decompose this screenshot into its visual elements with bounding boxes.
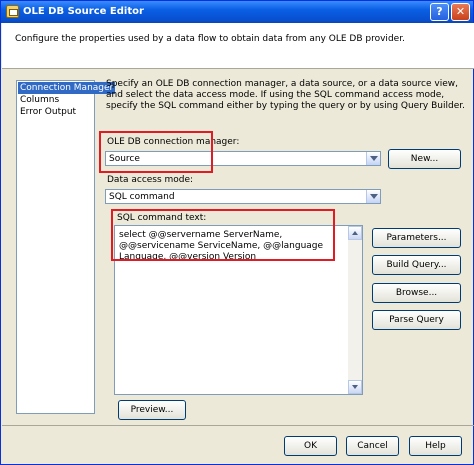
access-mode-value: SQL command	[109, 192, 175, 202]
title-close-button[interactable]: ✕	[451, 3, 470, 21]
header-panel: Configure the properties used by a data …	[2, 23, 474, 69]
access-mode-combo[interactable]: SQL command	[105, 189, 381, 204]
parse-query-button[interactable]: Parse Query	[372, 310, 461, 330]
preview-button[interactable]: Preview...	[118, 400, 186, 420]
ok-button[interactable]: OK	[284, 436, 337, 456]
title-help-button[interactable]: ?	[430, 3, 449, 21]
new-connection-button[interactable]: New...	[388, 149, 461, 169]
cancel-button[interactable]: Cancel	[346, 436, 399, 456]
window-title: OLE DB Source Editor	[23, 6, 144, 17]
help-button[interactable]: Help	[409, 436, 462, 456]
build-query-button[interactable]: Build Query...	[372, 255, 461, 275]
nav-item-columns[interactable]: Columns	[18, 94, 61, 106]
connection-manager-highlight	[99, 131, 213, 173]
chevron-down-icon[interactable]	[366, 190, 380, 203]
title-bar[interactable]: OLE DB Source Editor ? ✕	[1, 1, 473, 23]
footer-divider	[2, 425, 474, 426]
page-nav-list: Connection Manager Columns Error Output	[16, 80, 116, 414]
parameters-button[interactable]: Parameters...	[372, 228, 461, 248]
chevron-down-icon[interactable]	[366, 152, 380, 165]
intro-text: Specify an OLE DB connection manager, a …	[106, 79, 465, 111]
scroll-up-icon[interactable]	[348, 226, 362, 240]
scroll-down-icon[interactable]	[348, 380, 362, 394]
nav-item-error-output[interactable]: Error Output	[18, 106, 78, 118]
sql-vertical-scrollbar[interactable]	[348, 226, 362, 394]
nav-item-connection-manager[interactable]: Connection Manager	[18, 82, 116, 94]
ole-db-source-editor-window: OLE DB Source Editor ? ✕ Configure the p…	[0, 0, 474, 465]
sql-command-highlight	[111, 209, 335, 261]
browse-button[interactable]: Browse...	[372, 283, 461, 303]
app-window-icon	[6, 5, 19, 18]
access-mode-label: Data access mode:	[107, 175, 194, 185]
header-description: Configure the properties used by a data …	[15, 34, 405, 44]
